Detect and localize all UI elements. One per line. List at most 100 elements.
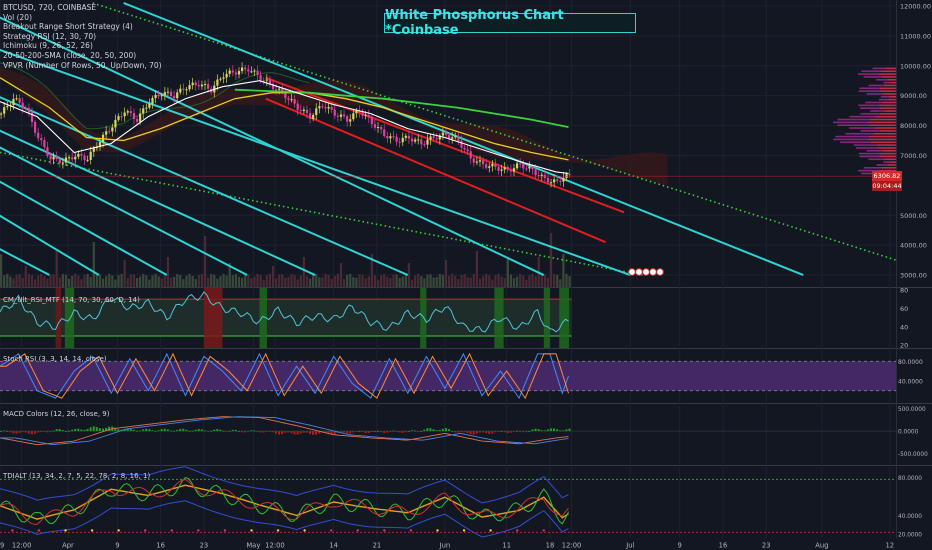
macd-histogram-bar <box>349 431 352 434</box>
vpvr-bar-down <box>882 149 896 152</box>
macd-histogram-bar <box>401 431 404 433</box>
candle-body <box>404 135 407 138</box>
volume-bar <box>423 278 426 287</box>
vpvr-bar-up <box>878 98 889 101</box>
vpvr-bar-up <box>863 76 882 78</box>
volume-bar <box>503 277 506 287</box>
volume-bar <box>528 275 531 287</box>
tdi-dot <box>117 529 120 532</box>
volume-bar <box>352 276 355 287</box>
candle-body <box>216 79 219 86</box>
volume-bar <box>296 279 299 287</box>
volume-bar <box>287 276 290 287</box>
macd-histogram-bar <box>543 430 546 432</box>
vpvr-bar-down <box>882 101 896 104</box>
macd-histogram-bar <box>237 431 240 432</box>
candle-body <box>108 131 111 133</box>
macd-histogram-bar <box>271 431 274 433</box>
macd-histogram-bar <box>6 430 9 432</box>
volume-bar <box>410 279 414 287</box>
macd-histogram-bar <box>290 431 293 434</box>
volume-bar <box>519 273 522 287</box>
tdi-dot <box>409 529 413 532</box>
volume-bar <box>414 275 417 287</box>
macd-histogram-bar <box>46 431 49 433</box>
candle-body <box>296 103 299 111</box>
volume-bar <box>512 278 516 287</box>
volume-bar <box>448 275 451 287</box>
candle-body <box>423 144 426 146</box>
macd-histogram-bar <box>512 431 515 432</box>
signal-badge <box>635 268 643 276</box>
signal-badge <box>642 268 650 276</box>
macd-histogram-bar <box>240 431 243 433</box>
tdi-dot <box>90 529 94 532</box>
volume-bar <box>67 278 71 287</box>
candle-body <box>509 169 512 172</box>
vpvr-bar-up <box>858 104 880 107</box>
time-tick-label: 9 <box>678 542 682 550</box>
stoch-pane <box>0 352 896 400</box>
vpvr-bar-up <box>849 127 875 129</box>
candle-body <box>27 108 31 113</box>
macd-histogram-bar <box>475 431 478 434</box>
macd-histogram-bar <box>3 430 6 432</box>
macd-histogram-bar <box>222 430 225 432</box>
rsi-tick-label: 20 <box>900 342 908 350</box>
volume-bar <box>355 277 358 287</box>
candle-body <box>426 139 429 145</box>
macd-histogram-bar <box>568 428 571 432</box>
candle-body <box>414 139 417 142</box>
volume-bar <box>253 276 256 287</box>
macd-histogram-bar <box>27 431 30 434</box>
macd-histogram-bar <box>188 430 191 432</box>
candle-body <box>370 117 373 125</box>
volume-bar <box>392 274 395 287</box>
macd-histogram-bar <box>562 430 565 432</box>
volume-bar <box>77 275 80 287</box>
macd-histogram-bar <box>151 430 154 432</box>
volume-bar <box>559 279 562 287</box>
volume-bar <box>460 274 463 287</box>
candle-body <box>185 89 188 91</box>
volume-bar <box>426 274 429 287</box>
macd-histogram-bar <box>429 428 432 432</box>
macd-tick-label: 0.0000 <box>898 430 919 436</box>
vpvr-bar-down <box>879 87 896 90</box>
stoch-tick-label: 40.0000 <box>898 378 923 385</box>
volume-bar <box>404 273 407 287</box>
vpvr-bar-up <box>883 161 891 163</box>
red-channel-line <box>265 97 606 244</box>
macd-histogram-bar <box>67 430 70 432</box>
time-tick-label: 16 <box>719 542 728 550</box>
volume-bar <box>281 274 284 287</box>
macd-histogram-bar <box>342 431 345 433</box>
macd-histogram-bar <box>142 429 145 432</box>
candle-body <box>491 164 494 167</box>
candle-body <box>6 106 9 108</box>
volume-bar <box>429 274 432 287</box>
macd-histogram-bar <box>58 429 61 432</box>
candle-body <box>494 164 497 167</box>
vpvr-bar-down <box>887 164 896 166</box>
volume-bar <box>299 275 302 287</box>
chart-canvas: 12000.00 11000.00 10000.00 9000.00 8000.00 70… <box>0 0 932 550</box>
candle-body <box>386 135 389 139</box>
vpvr-bar-up <box>883 81 891 84</box>
macd-histogram-bar <box>299 431 302 434</box>
candle-body <box>485 164 488 168</box>
candle-body <box>259 75 262 81</box>
rsi-highlight-band <box>203 288 223 348</box>
candle-body <box>105 131 108 135</box>
tdi-dot <box>197 529 200 532</box>
volume-bar <box>259 275 262 287</box>
candle-body <box>0 113 3 115</box>
candle-body <box>475 161 479 163</box>
candle-body <box>469 151 472 159</box>
volume-bar <box>327 274 330 287</box>
candle-body <box>398 141 401 143</box>
candle-body <box>268 79 271 84</box>
candle-body <box>519 163 522 165</box>
volume-bar <box>123 260 126 287</box>
macd-pane-label: MACD Colors (12, 26, close, 9) <box>3 410 110 418</box>
